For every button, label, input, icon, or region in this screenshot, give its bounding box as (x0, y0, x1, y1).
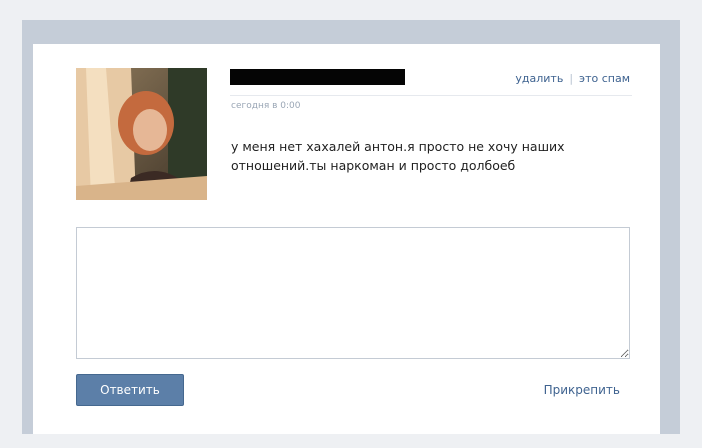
actions-separator: | (569, 72, 574, 85)
message-card: удалить | это спам сегодня в 0:00 у меня н… (33, 44, 660, 434)
screenshot-frame: удалить | это спам сегодня в 0:00 у меня н… (0, 0, 702, 448)
avatar-photo (76, 68, 207, 200)
message-actions: удалить | это спам (515, 72, 630, 85)
delete-link[interactable]: удалить (515, 72, 563, 85)
avatar[interactable] (76, 68, 207, 200)
header-divider (230, 95, 632, 96)
message-text: у меня нет хахалей антон.я просто не хоч… (231, 139, 565, 173)
redacted-username (230, 69, 405, 85)
reply-input[interactable] (76, 227, 630, 359)
attach-link[interactable]: Прикрепить (544, 383, 620, 397)
message-date: сегодня в 0:00 (231, 101, 301, 111)
reply-button[interactable]: Ответить (76, 374, 184, 406)
spam-link[interactable]: это спам (579, 72, 630, 85)
